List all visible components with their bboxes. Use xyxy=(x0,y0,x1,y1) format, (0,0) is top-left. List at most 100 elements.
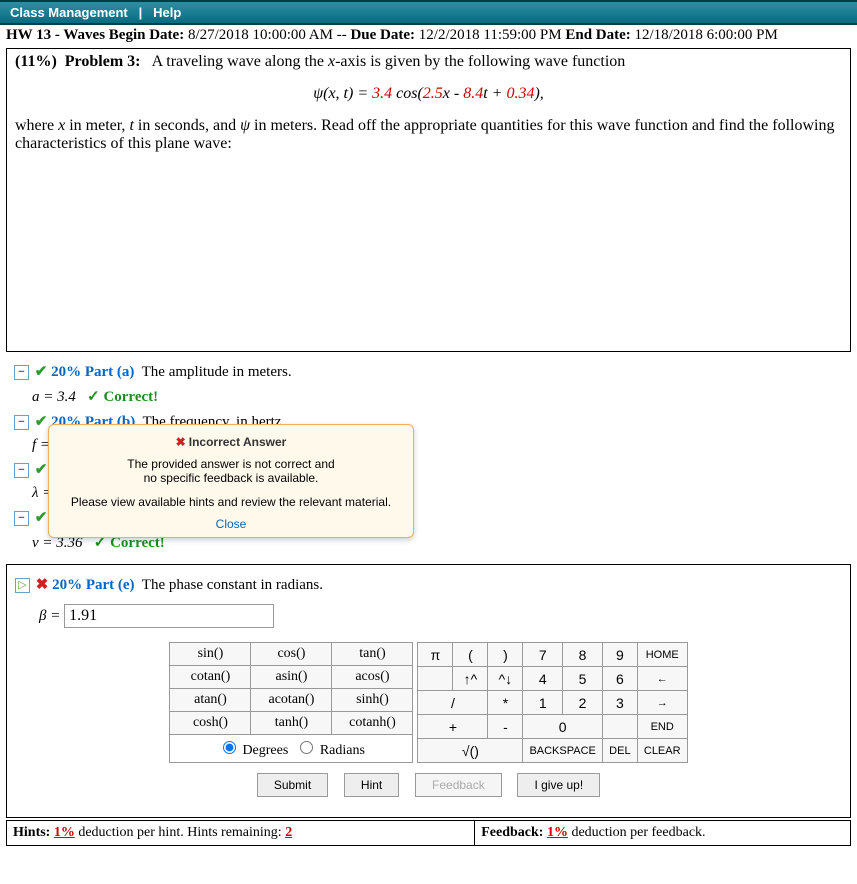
eq-cos: cos( xyxy=(392,85,423,102)
func-pad: sin()cos()tan() cotan()asin()acos() atan… xyxy=(169,642,413,735)
assignment-header: HW 13 - Waves Begin Date: 8/27/2018 10:0… xyxy=(0,25,857,46)
key-4[interactable]: 4 xyxy=(523,667,563,691)
fn-atan[interactable]: atan() xyxy=(170,689,251,712)
play-icon[interactable]: ▷ xyxy=(15,578,30,593)
degrees-radio[interactable]: Degrees xyxy=(218,743,288,758)
key-home[interactable]: HOME xyxy=(637,643,687,667)
key-0[interactable]: 0 xyxy=(523,715,602,739)
key-blank[interactable] xyxy=(418,667,453,691)
check-icon: ✔ xyxy=(35,414,48,430)
popup-l3: Please view available hints and review t… xyxy=(57,495,405,509)
fn-cos[interactable]: cos() xyxy=(251,643,332,666)
fn-cotan[interactable]: cotan() xyxy=(170,666,251,689)
key-1[interactable]: 1 xyxy=(523,691,563,715)
key-dot[interactable] xyxy=(602,715,637,739)
key-lparen[interactable]: ( xyxy=(453,643,488,667)
fn-acotan[interactable]: acotan() xyxy=(251,689,332,712)
key-6[interactable]: 6 xyxy=(602,667,637,691)
collapse-icon[interactable]: − xyxy=(14,415,29,430)
problem-statement: (11%) Problem 3: A traveling wave along … xyxy=(6,48,851,352)
feedback-button: Feedback xyxy=(415,773,502,797)
radians-radio[interactable]: Radians xyxy=(295,743,365,758)
popup-close-link[interactable]: Close xyxy=(216,517,247,531)
key-5[interactable]: 5 xyxy=(563,667,603,691)
end-label: End Date: xyxy=(565,27,630,43)
key-pi[interactable]: π xyxy=(418,643,453,667)
key-minus[interactable]: - xyxy=(488,715,523,739)
key-plus[interactable]: + xyxy=(418,715,488,739)
problem-weight: (11%) xyxy=(15,53,57,70)
key-clear[interactable]: CLEAR xyxy=(637,739,687,763)
fn-sin[interactable]: sin() xyxy=(170,643,251,666)
key-sub[interactable]: ^↓ xyxy=(488,667,523,691)
d3: in seconds, and xyxy=(134,117,240,134)
wave-equation: ψ(x, t) = 3.4 cos(2.5x - 8.4t + 0.34), xyxy=(15,85,842,103)
key-right[interactable]: → xyxy=(637,691,687,715)
key-left[interactable]: ← xyxy=(637,667,687,691)
action-buttons: Submit Hint Feedback I give up! xyxy=(15,773,842,797)
part-a-text: The amplitude in meters. xyxy=(142,364,292,380)
key-9[interactable]: 9 xyxy=(602,643,637,667)
due-label: Due Date: xyxy=(350,27,415,43)
num-pad: π ( ) 7 8 9 HOME ↑^ ^↓ 4 5 6 ← / * 1 xyxy=(417,642,687,763)
hint-button[interactable]: Hint xyxy=(344,773,399,797)
eq-pre: ψ(x, t) = xyxy=(313,85,372,102)
fn-tan[interactable]: tan() xyxy=(332,643,413,666)
calculator: sin()cos()tan() cotan()asin()acos() atan… xyxy=(15,642,842,763)
fn-sinh[interactable]: sinh() xyxy=(332,689,413,712)
top-nav: Class Management | Help xyxy=(0,0,857,25)
cross-icon: ✖ xyxy=(36,577,49,593)
intro-b: -axis is given by the following wave fun… xyxy=(335,53,625,70)
key-8[interactable]: 8 xyxy=(563,643,603,667)
fn-tanh[interactable]: tanh() xyxy=(251,712,332,735)
check-icon: ✔ xyxy=(35,364,48,380)
key-end[interactable]: END xyxy=(637,715,687,739)
fn-acos[interactable]: acos() xyxy=(332,666,413,689)
collapse-icon[interactable]: − xyxy=(14,365,29,380)
key-sup[interactable]: ↑^ xyxy=(453,667,488,691)
problem-label: Problem 3: xyxy=(65,53,141,70)
key-del[interactable]: DEL xyxy=(602,739,637,763)
bottom-info: Hints: 1% deduction per hint. Hints rema… xyxy=(6,820,851,846)
dash: -- xyxy=(337,27,347,43)
key-mul[interactable]: * xyxy=(488,691,523,715)
key-3[interactable]: 3 xyxy=(602,691,637,715)
key-backspace[interactable]: BACKSPACE xyxy=(523,739,602,763)
eq-w: 8.4 xyxy=(463,85,483,102)
d2: in meter, xyxy=(65,117,129,134)
submit-button[interactable]: Submit xyxy=(257,773,328,797)
rad-lbl: Radians xyxy=(320,743,365,758)
part-a-val: a = 3.4 xyxy=(32,389,76,405)
collapse-icon[interactable]: − xyxy=(14,511,29,526)
problem-desc: where x in meter, t in seconds, and ψ in… xyxy=(15,117,842,153)
part-a-answer: a = 3.4 ✓ Correct! xyxy=(32,387,843,406)
key-sqrt[interactable]: √() xyxy=(418,739,523,763)
part-a: − ✔ 20% Part (a) The amplitude in meters… xyxy=(14,362,843,381)
hints-info: Hints: 1% deduction per hint. Hints rema… xyxy=(7,821,475,845)
nav-class-mgmt[interactable]: Class Management xyxy=(10,5,128,20)
key-2[interactable]: 2 xyxy=(563,691,603,715)
giveup-button[interactable]: I give up! xyxy=(517,773,600,797)
fn-cosh[interactable]: cosh() xyxy=(170,712,251,735)
hints-label: Hints: xyxy=(13,825,50,840)
key-rparen[interactable]: ) xyxy=(488,643,523,667)
part-e-label: 20% Part (e) xyxy=(52,577,134,593)
nav-help[interactable]: Help xyxy=(153,5,181,20)
collapse-icon[interactable]: − xyxy=(14,463,29,478)
begin-date: 8/27/2018 10:00:00 AM xyxy=(188,27,333,43)
check-icon: ✔ xyxy=(35,510,48,526)
fn-cotanh[interactable]: cotanh() xyxy=(332,712,413,735)
hw-title: HW 13 - Waves xyxy=(6,27,105,43)
hints-remaining: 2 xyxy=(285,825,292,840)
eq-post: ), xyxy=(534,85,543,102)
key-7[interactable]: 7 xyxy=(523,643,563,667)
fb-label: Feedback: xyxy=(481,825,543,840)
begin-label: Begin Date: xyxy=(109,27,184,43)
key-div[interactable]: / xyxy=(418,691,488,715)
answer-input[interactable] xyxy=(64,604,274,628)
fn-asin[interactable]: asin() xyxy=(251,666,332,689)
hints-pct: 1% xyxy=(54,825,75,840)
end-date: 12/18/2018 6:00:00 PM xyxy=(635,27,778,43)
fb-text: deduction per feedback. xyxy=(571,825,705,840)
eq-t: t + xyxy=(483,85,506,102)
